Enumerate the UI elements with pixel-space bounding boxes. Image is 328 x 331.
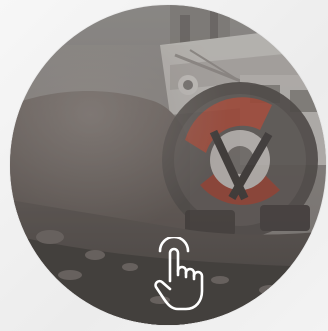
excavator-photo-card[interactable]: [10, 5, 326, 325]
page: [0, 0, 328, 331]
tap-hand-icon[interactable]: [150, 237, 216, 315]
